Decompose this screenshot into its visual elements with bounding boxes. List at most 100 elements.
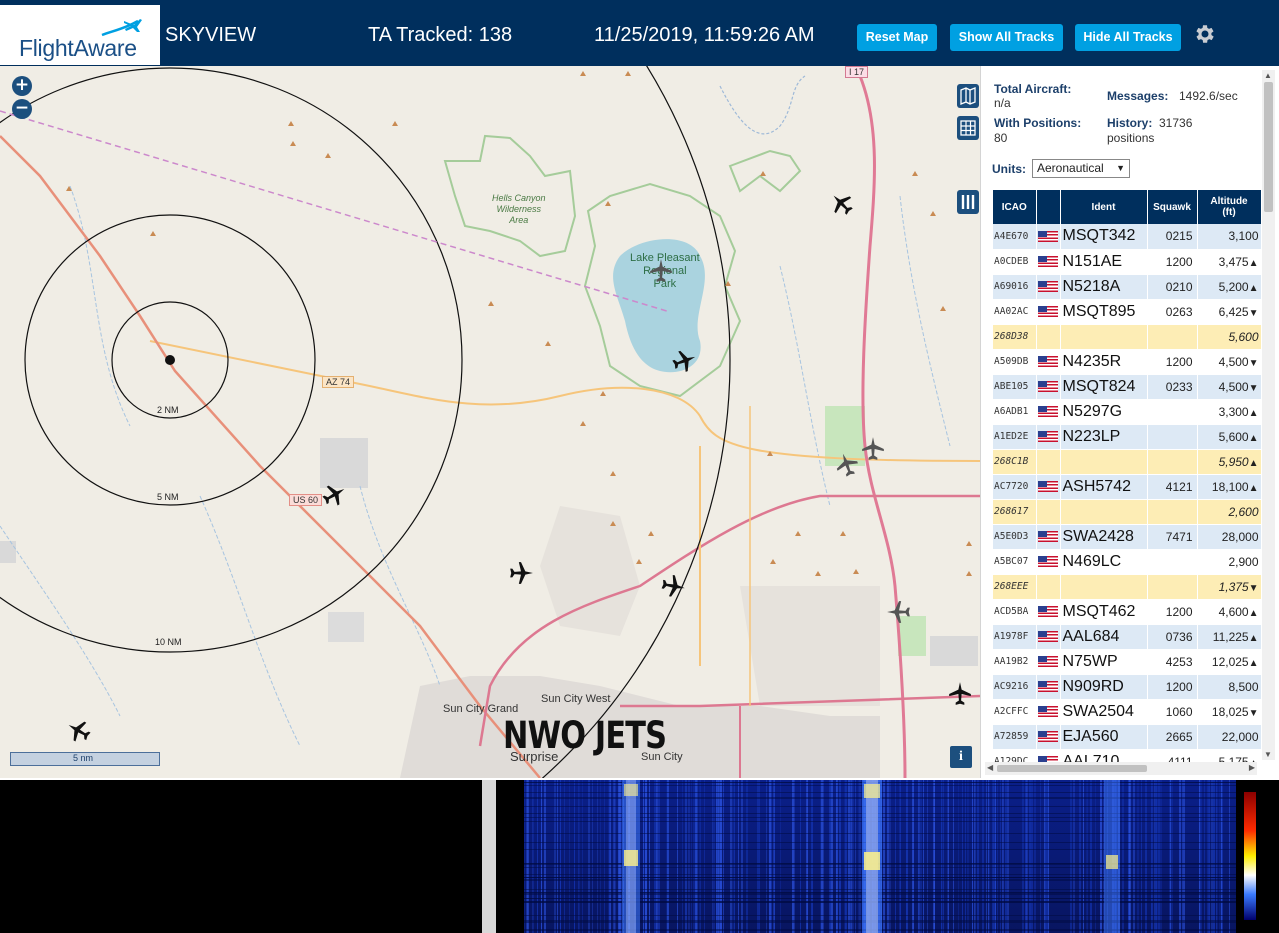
table-row[interactable]: A6ADB1 N5297G 3,300▲: [993, 399, 1262, 425]
col-squawk[interactable]: Squawk: [1147, 190, 1198, 224]
altitude-trend: ▲: [1248, 607, 1259, 619]
show-all-tracks-button[interactable]: Show All Tracks: [950, 24, 1063, 51]
squawk-cell: 1200: [1147, 349, 1198, 375]
table-row[interactable]: A69016 N5218A 0210 5,200▲: [993, 274, 1262, 300]
history-unit: positions: [1107, 131, 1155, 145]
flag-cell: [1036, 699, 1061, 725]
altitude-trend: ▼: [1248, 357, 1259, 369]
scale-label: 5 nm: [73, 753, 94, 763]
video-panel: [0, 780, 482, 933]
scroll-up-icon[interactable]: ▲: [1264, 71, 1272, 80]
units-select[interactable]: Aeronautical ▼: [1032, 159, 1130, 178]
altitude-value: 2,600: [1228, 504, 1259, 519]
flag-cell: [1036, 674, 1061, 700]
table-row[interactable]: A5BC07 N469LC 2,900: [993, 549, 1262, 575]
scroll-down-icon[interactable]: ▼: [1264, 750, 1272, 759]
plane-icon[interactable]: [648, 258, 674, 284]
flag-cell: [1036, 599, 1061, 625]
col-ident[interactable]: Ident: [1060, 190, 1148, 224]
table-row[interactable]: A0CDEB N151AE 1200 3,475▲: [993, 249, 1262, 275]
altitude-cell: 5,600▲: [1197, 424, 1262, 450]
reset-map-button[interactable]: Reset Map: [857, 24, 937, 51]
ident-cell: N469LC: [1060, 549, 1148, 575]
table-row[interactable]: 268617 2,600: [993, 499, 1262, 525]
flightaware-logo[interactable]: FlightAware: [0, 5, 160, 65]
table-row[interactable]: ACD5BA MSQT462 1200 4,600▲: [993, 599, 1262, 625]
table-row[interactable]: 268C1B 5,950▲: [993, 449, 1262, 475]
table-row[interactable]: AA02AC MSQT895 0263 6,425▼: [993, 299, 1262, 325]
icao-cell: A0CDEB: [993, 249, 1037, 275]
scroll-thumb[interactable]: [1264, 82, 1273, 212]
flag-cell: [1036, 724, 1061, 750]
table-row[interactable]: AC9216 N909RD 1200 8,500: [993, 674, 1262, 700]
col-icao[interactable]: ICAO: [993, 190, 1037, 224]
gear-icon[interactable]: [1192, 22, 1216, 46]
hscroll-thumb[interactable]: [997, 765, 1147, 772]
table-row[interactable]: AC7720 ASH5742 4121 18,100▲: [993, 474, 1262, 500]
horizontal-scrollbar[interactable]: ◀ ▶: [985, 762, 1257, 775]
scroll-left-icon[interactable]: ◀: [987, 763, 993, 772]
hide-all-tracks-button[interactable]: Hide All Tracks: [1075, 24, 1181, 51]
icao-cell: ACD5BA: [993, 599, 1037, 625]
plane-icon[interactable]: [860, 436, 886, 462]
flag-cell: [1036, 524, 1061, 550]
column-toggle-icon[interactable]: [957, 190, 979, 214]
col-altitude[interactable]: Altitude (ft): [1197, 190, 1262, 224]
table-row[interactable]: A509DB N4235R 1200 4,500▼: [993, 349, 1262, 375]
plane-icon[interactable]: [886, 599, 912, 625]
table-row[interactable]: A2CFFC SWA2504 1060 18,025▼: [993, 699, 1262, 725]
plane-icon[interactable]: [508, 560, 534, 586]
table-row[interactable]: AA19B2 N75WP 4253 12,025▲: [993, 649, 1262, 675]
grid-icon[interactable]: [957, 116, 979, 140]
plane-icon[interactable]: [658, 571, 688, 601]
messages-label: Messages:: [1107, 89, 1169, 103]
city-area: [540, 506, 640, 636]
flag-cell: [1036, 299, 1061, 325]
altitude-value: 2,900: [1228, 554, 1259, 569]
squawk-cell: 4121: [1147, 474, 1198, 500]
us-flag-icon: [1038, 255, 1058, 267]
table-row[interactable]: 268EEE 1,375▼: [993, 574, 1262, 600]
vertical-scrollbar[interactable]: ▲ ▼: [1262, 70, 1275, 760]
flag-cell: [1036, 324, 1061, 350]
scroll-right-icon[interactable]: ▶: [1249, 763, 1255, 772]
chevron-down-icon: ▼: [1116, 163, 1125, 173]
zoom-out-icon[interactable]: −: [12, 99, 32, 119]
table-row[interactable]: ABE105 MSQT824 0233 4,500▼: [993, 374, 1262, 400]
clock-datetime: 11/25/2019, 11:59:26 AM: [594, 24, 815, 46]
ident-cell: SWA2428: [1060, 524, 1148, 550]
plane-icon[interactable]: [947, 681, 973, 707]
map-canvas[interactable]: [0, 66, 980, 778]
icao-cell: 268D38: [993, 324, 1037, 350]
altitude-value: 3,100: [1228, 229, 1259, 244]
aircraft-track: [0, 110, 671, 313]
table-row[interactable]: A4E670 MSQT342 0215 3,100: [993, 224, 1262, 250]
table-row[interactable]: 268D38 5,600: [993, 324, 1262, 350]
icao-cell: A5E0D3: [993, 524, 1037, 550]
map-layers-icon[interactable]: [957, 84, 979, 108]
info-icon[interactable]: i: [950, 746, 972, 768]
altitude-trend: ▲: [1248, 482, 1259, 494]
ident-cell: [1060, 499, 1148, 525]
icao-cell: A509DB: [993, 349, 1037, 375]
table-row[interactable]: A1978F AAL684 0736 11,225▲: [993, 624, 1262, 650]
table-row[interactable]: A1ED2E N223LP 5,600▲: [993, 424, 1262, 450]
col-flag[interactable]: [1036, 190, 1061, 224]
ident-cell: AAL684: [1060, 624, 1148, 650]
altitude-trend: ▼: [1248, 382, 1259, 394]
altitude-cell: 8,500: [1197, 674, 1262, 700]
range-ring-10nm: [0, 67, 463, 653]
map-view[interactable]: Hells Canyon Wilderness Area Lake Pleasant…: [0, 66, 980, 778]
us-flag-icon: [1038, 430, 1058, 442]
ident-cell: MSQT824: [1060, 374, 1148, 400]
az74-shield: AZ 74: [322, 376, 355, 388]
zoom-in-icon[interactable]: +: [12, 76, 32, 96]
altitude-value: 5,950: [1218, 454, 1249, 469]
table-row[interactable]: A5E0D3 SWA2428 7471 28,000: [993, 524, 1262, 550]
us-flag-icon: [1038, 380, 1058, 392]
ring-label-5nm: 5 NM: [157, 492, 179, 502]
urban-area: [328, 612, 364, 642]
flag-cell: [1036, 474, 1061, 500]
flag-cell: [1036, 574, 1061, 600]
table-row[interactable]: A72859 EJA560 2665 22,000: [993, 724, 1262, 750]
